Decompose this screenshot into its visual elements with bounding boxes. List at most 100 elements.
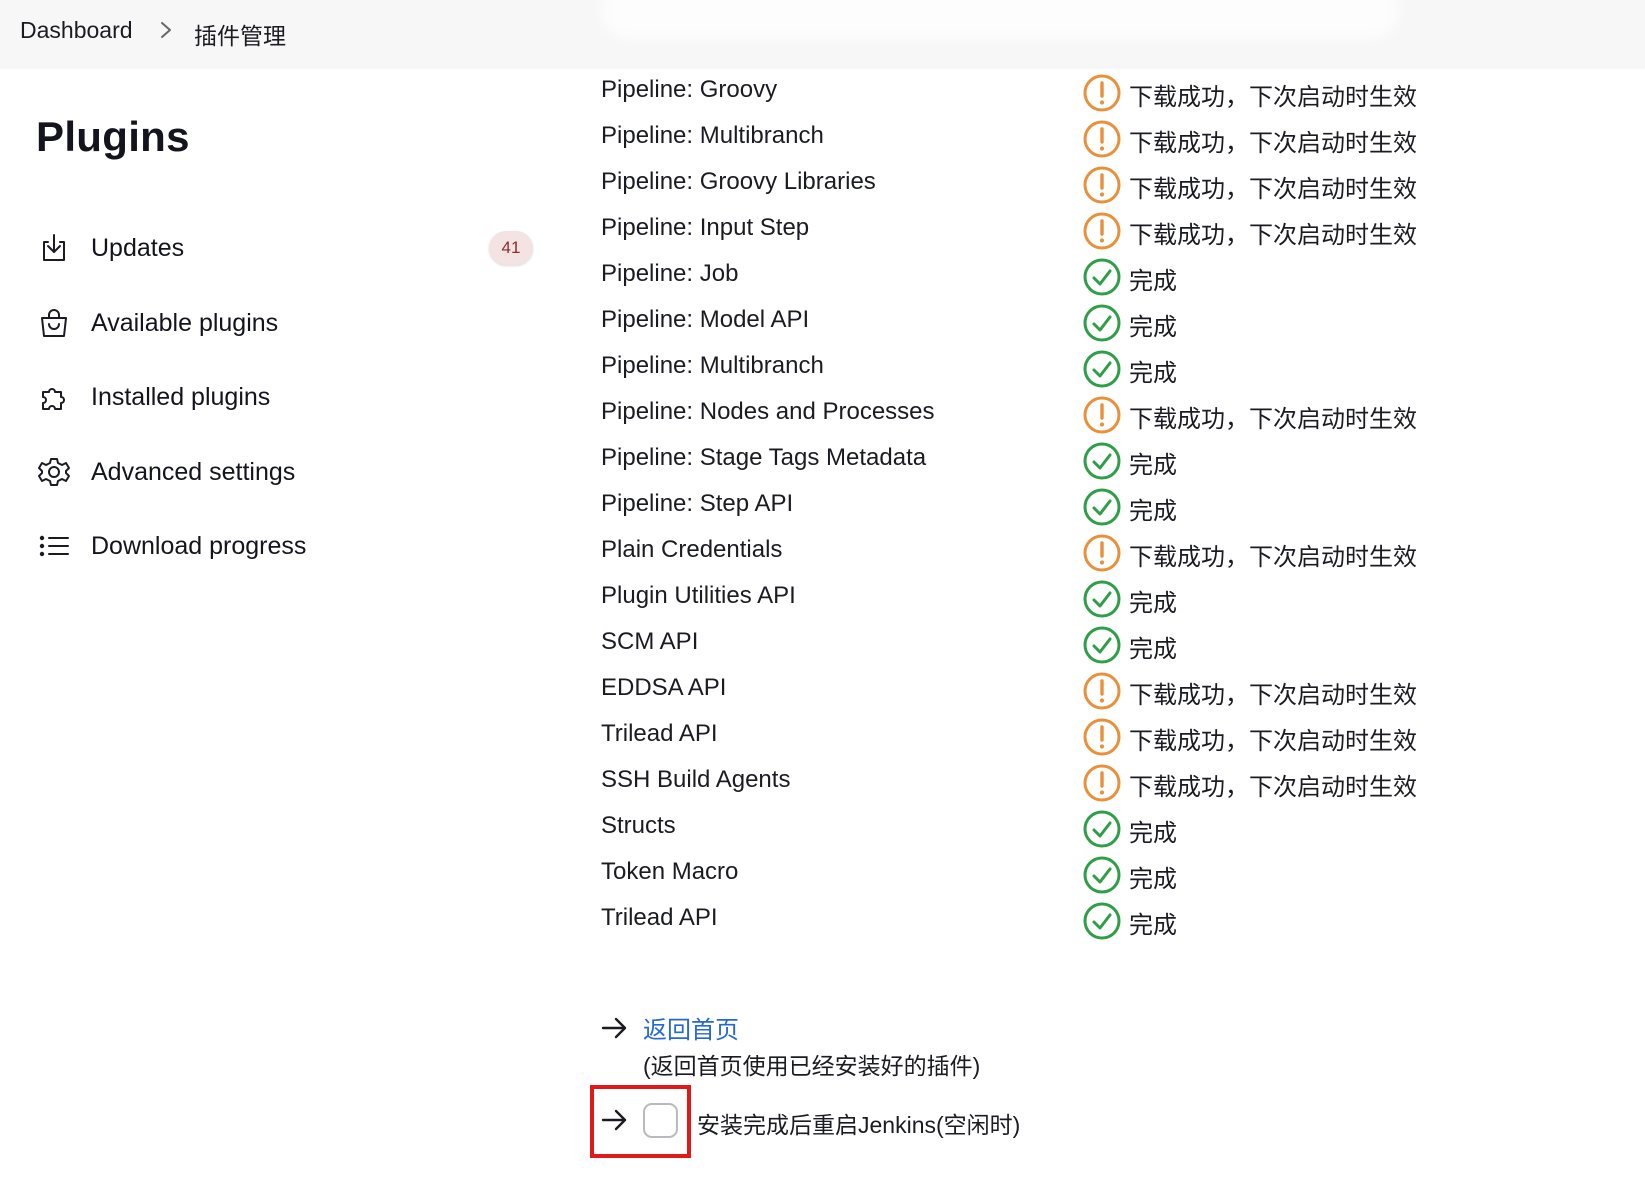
plugin-status-text: 完成 [1129,498,1177,525]
sidebar-item-label: Advanced settings [91,457,296,486]
back-to-home-link[interactable]: 返回首页 [643,1010,739,1045]
plugin-status-text: 完成 [1129,590,1177,617]
plugin-name: Plain Credentials [601,536,783,563]
plugin-name: SCM API [601,628,699,655]
plugin-status-text: 完成 [1129,360,1177,387]
plugin-status-text: 下载成功，下次启动时生效 [1129,222,1417,249]
plugin-name: EDDSA API [601,674,727,701]
plugin-name: Pipeline: Groovy Libraries [601,168,876,195]
shopping-bag-icon [34,303,74,343]
warning-icon [1083,212,1121,250]
plugin-status-text: 完成 [1129,820,1177,847]
gear-icon [34,452,74,492]
warning-icon [1083,764,1121,802]
plugin-row: Pipeline: Stage Tags Metadata 完成 [601,438,1601,484]
updates-count-badge: 41 [489,231,533,265]
sidebar-item-installed-plugins[interactable]: Installed plugins [30,372,540,422]
page-title: Plugins [36,113,190,160]
plugin-row: Pipeline: Groovy 下载成功，下次启动时生效 [601,70,1601,116]
plugin-status-text: 下载成功，下次启动时生效 [1129,544,1417,571]
plugin-row: Trilead API 下载成功，下次启动时生效 [601,714,1601,760]
plugin-name: Pipeline: Model API [601,306,810,333]
plugin-row: Trilead API 完成 [601,898,1601,944]
sidebar-item-download-progress[interactable]: Download progress [30,521,540,571]
plugin-name: Trilead API [601,904,718,931]
plugin-row: Token Macro 完成 [601,852,1601,898]
plugin-row: Pipeline: Step API 完成 [601,484,1601,530]
plugin-name: Pipeline: Multibranch [601,122,824,149]
check-circle-icon [1083,810,1121,848]
plugin-row: SSH Build Agents 下载成功，下次启动时生效 [601,760,1601,806]
plugin-name: Pipeline: Nodes and Processes [601,398,935,425]
plugin-row: Structs 完成 [601,806,1601,852]
warning-icon [1083,396,1121,434]
breadcrumb-plugin-manager-link[interactable]: 插件管理 [194,17,286,51]
restart-after-install-label[interactable]: 安装完成后重启Jenkins(空闲时) [697,1106,1020,1140]
check-circle-icon [1083,626,1121,664]
sidebar-item-label: Installed plugins [91,382,271,411]
plugin-status-text: 下载成功，下次启动时生效 [1129,130,1417,157]
warning-icon [1083,166,1121,204]
plugin-status-text: 下载成功，下次启动时生效 [1129,682,1417,709]
plugin-name: Pipeline: Stage Tags Metadata [601,444,927,471]
plugin-name: Pipeline: Input Step [601,214,810,241]
plugin-status-text: 下载成功，下次启动时生效 [1129,728,1417,755]
puzzle-icon [34,377,74,417]
chevron-right-icon [161,22,171,38]
plugin-name: Token Macro [601,858,739,885]
warning-icon [1083,120,1121,158]
arrow-right-icon [601,1017,627,1039]
plugin-row: Pipeline: Groovy Libraries 下载成功，下次启动时生效 [601,162,1601,208]
plugin-name: Pipeline: Groovy [601,76,778,103]
check-circle-icon [1083,350,1121,388]
plugin-row: Plugin Utilities API 完成 [601,576,1601,622]
list-icon [34,526,74,566]
sidebar-item-label: Download progress [91,531,307,560]
check-circle-icon [1083,856,1121,894]
check-circle-icon [1083,258,1121,296]
warning-icon [1083,74,1121,112]
sidebar-item-label: Updates [91,233,185,262]
plugin-row: Pipeline: Nodes and Processes 下载成功，下次启动时生… [601,392,1601,438]
plugin-status-text: 完成 [1129,314,1177,341]
plugin-row: SCM API 完成 [601,622,1601,668]
plugin-row: Pipeline: Input Step 下载成功，下次启动时生效 [601,208,1601,254]
plugin-status-text: 下载成功，下次启动时生效 [1129,406,1417,433]
check-circle-icon [1083,304,1121,342]
sidebar-item-label: Available plugins [91,308,279,337]
plugin-status-text: 下载成功，下次启动时生效 [1129,176,1417,203]
plugin-name: Structs [601,812,676,839]
warning-icon [1083,534,1121,572]
plugin-status-text: 下载成功，下次启动时生效 [1129,774,1417,801]
plugin-status-text: 完成 [1129,866,1177,893]
plugin-status-text: 完成 [1129,636,1177,663]
plugin-status-text: 完成 [1129,268,1177,295]
plugin-name: Pipeline: Job [601,260,739,287]
plugin-status-text: 完成 [1129,452,1177,479]
breadcrumb-dashboard-link[interactable]: Dashboard [20,17,133,44]
download-icon [34,228,74,268]
check-circle-icon [1083,902,1121,940]
plugin-name: Pipeline: Step API [601,490,794,517]
plugin-name: Trilead API [601,720,718,747]
breadcrumb: Dashboard 插件管理 [0,0,1645,69]
sidebar-item-advanced-settings[interactable]: Advanced settings [30,447,540,497]
header-shadow [600,0,1400,40]
warning-icon [1083,718,1121,756]
plugin-row: Plain Credentials 下载成功，下次启动时生效 [601,530,1601,576]
plugin-row: Pipeline: Multibranch 下载成功，下次启动时生效 [601,116,1601,162]
plugin-name: Pipeline: Multibranch [601,352,824,379]
warning-icon [1083,672,1121,710]
plugin-name: SSH Build Agents [601,766,791,793]
check-circle-icon [1083,442,1121,480]
plugin-status-text: 完成 [1129,912,1177,939]
back-to-home-description: (返回首页使用已经安装好的插件) [643,1053,981,1079]
plugin-row: Pipeline: Model API 完成 [601,300,1601,346]
sidebar-item-available-plugins[interactable]: Available plugins [30,298,540,348]
annotation-highlight-box [590,1085,691,1158]
plugin-row: Pipeline: Job 完成 [601,254,1601,300]
plugin-name: Plugin Utilities API [601,582,796,609]
sidebar-item-updates[interactable]: Updates 41 [30,223,540,273]
plugin-row: Pipeline: Multibranch 完成 [601,346,1601,392]
plugin-status-text: 下载成功，下次启动时生效 [1129,84,1417,111]
